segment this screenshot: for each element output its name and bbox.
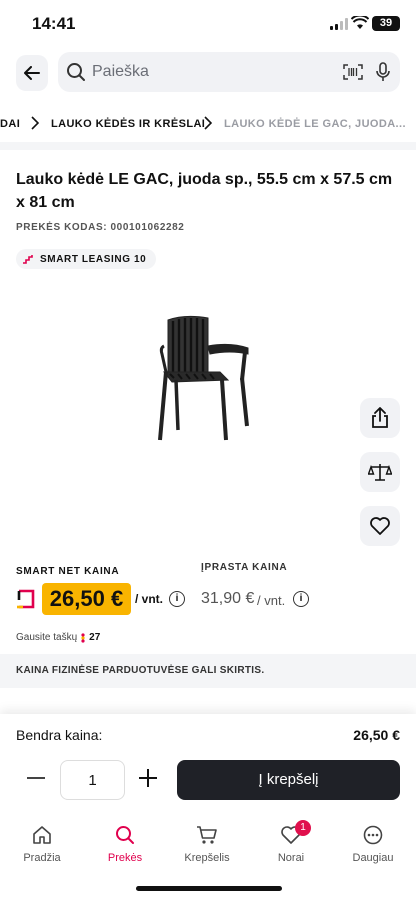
tab-label: Norai — [277, 852, 305, 864]
product-image — [158, 315, 249, 441]
points-label: Gausite taškų — [16, 632, 78, 643]
more-icon — [363, 825, 383, 845]
microphone-icon[interactable] — [376, 62, 390, 82]
tab-cart[interactable]: Krepšelis — [167, 822, 247, 864]
search-icon — [116, 826, 134, 844]
signal-icon — [330, 18, 348, 30]
compare-button[interactable] — [360, 452, 400, 492]
chevron-right-icon — [204, 116, 212, 130]
wifi-icon — [351, 16, 369, 29]
points-value: 27 — [89, 632, 101, 643]
breadcrumb: DAI LAUKO KĖDĖS IR KRĖSLAI LAUKO KĖDĖ LE… — [0, 112, 416, 138]
decrease-quantity-button[interactable] — [16, 758, 56, 798]
price-notice-text: KAINA FIZINĖSE PARDUOTUVĖSE GALI SKIRTIS… — [16, 665, 265, 676]
tab-home[interactable]: Pradžia — [2, 822, 82, 864]
cart-panel: Bendra kaina: 26,50 € Į krepšelį — [0, 714, 416, 900]
home-indicator — [136, 886, 282, 891]
loyalty-points: Gausite taškų 27 — [16, 632, 100, 643]
wishlist-count-badge: 1 — [295, 820, 311, 836]
home-icon — [33, 826, 51, 844]
section-divider — [0, 142, 416, 150]
plus-icon — [139, 769, 157, 787]
status-bar: 14:41 39 — [0, 0, 416, 48]
quantity-input[interactable] — [60, 760, 125, 800]
info-icon[interactable]: i — [169, 591, 185, 607]
search-header — [0, 52, 416, 96]
product-code: PREKĖS KODAS: 000101062282 — [16, 222, 185, 233]
heart-icon — [370, 517, 390, 535]
share-icon — [372, 407, 388, 428]
minus-icon — [27, 777, 45, 779]
tab-label: Pradžia — [23, 852, 61, 864]
scale-icon — [368, 464, 392, 481]
add-to-cart-button[interactable]: Į krepšelį — [177, 760, 400, 800]
smart-leasing-label: SMART LEASING 10 — [40, 253, 147, 265]
tab-label: Prekės — [107, 852, 143, 864]
cart-icon — [197, 826, 217, 844]
regular-price-unit: / vnt. — [257, 593, 286, 608]
wishlist-button[interactable] — [360, 506, 400, 546]
tab-bar: Pradžia Prekės Krepšelis 1 Norai Daugiau — [0, 820, 416, 872]
product-title: Lauko kėdė LE GAC, juoda sp., 55.5 cm x … — [16, 171, 393, 211]
back-button[interactable] — [16, 55, 48, 91]
smart-leasing-badge[interactable]: SMART LEASING 10 — [16, 249, 157, 269]
arrow-left-icon — [24, 66, 40, 80]
barcode-scan-icon[interactable] — [343, 64, 363, 80]
smart-price-unit: / vnt. — [135, 592, 164, 606]
search-input[interactable] — [92, 58, 332, 86]
tab-products[interactable]: Prekės — [85, 822, 165, 864]
smart-price: 26,50 € — [42, 583, 131, 615]
stairs-icon — [23, 255, 33, 264]
info-icon[interactable]: i — [293, 591, 309, 607]
tab-label: Krepšelis — [184, 852, 230, 864]
smart-logo-icon — [17, 589, 35, 609]
tab-wishlist[interactable]: 1 Norai — [251, 820, 331, 864]
price-notice: KAINA FIZINĖSE PARDUOTUVĖSE GALI SKIRTIS… — [0, 654, 416, 688]
tab-more[interactable]: Daugiau — [333, 822, 413, 864]
chevron-right-icon — [31, 116, 39, 130]
smart-price-label: SMART NET KAINA — [16, 566, 120, 577]
breadcrumb-item[interactable]: DAI — [0, 118, 20, 130]
share-button[interactable] — [360, 398, 400, 438]
search-icon — [67, 63, 85, 81]
status-time: 14:41 — [32, 14, 76, 33]
total-value: 26,50 € — [353, 727, 400, 743]
regular-price-label: ĮPRASTA KAINA — [201, 562, 288, 573]
battery-icon: 39 — [372, 16, 400, 31]
tab-label: Daugiau — [352, 852, 394, 864]
increase-quantity-button[interactable] — [128, 758, 168, 798]
points-icon — [81, 632, 85, 643]
breadcrumb-current: LAUKO KĖDĖ LE GAC, JUODA... — [224, 118, 406, 130]
regular-price: 31,90 € — [201, 590, 255, 607]
search-bar[interactable] — [58, 52, 400, 92]
total-label: Bendra kaina: — [16, 727, 103, 743]
breadcrumb-item[interactable]: LAUKO KĖDĖS IR KRĖSLAI — [51, 118, 205, 130]
